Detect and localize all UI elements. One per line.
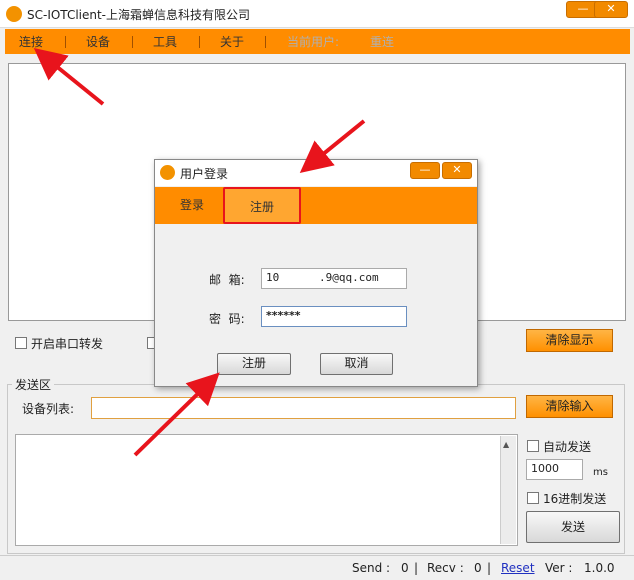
register-button[interactable]: 注册 bbox=[217, 353, 291, 375]
send-textarea[interactable] bbox=[15, 434, 518, 546]
status-bar: Send : 0 | Recv : 0 | Reset Ver : 1.0.0 bbox=[0, 555, 634, 580]
title-bar: SC-IOTClient-上海霜蝉信息科技有限公司 — ✕ bbox=[0, 0, 634, 28]
close-button[interactable]: ✕ bbox=[594, 1, 628, 18]
user-login-dialog: 用户登录 — ✕ 登录 注册 邮 箱: 10 .9@qq.com 密 码: **… bbox=[154, 159, 478, 387]
menu-separator bbox=[132, 36, 133, 48]
menu-separator bbox=[265, 36, 266, 48]
menu-separator bbox=[65, 36, 66, 48]
password-label: 密 码: bbox=[209, 312, 245, 326]
serial-forward-checkbox[interactable] bbox=[15, 337, 27, 349]
dialog-logo-icon bbox=[160, 165, 175, 180]
status-separator: | bbox=[414, 561, 419, 575]
password-field[interactable]: ****** bbox=[261, 306, 407, 327]
recv-count-label: Recv : bbox=[427, 561, 464, 575]
auto-send-label: 自动发送 bbox=[543, 440, 592, 454]
dialog-title-bar: 用户登录 — ✕ bbox=[155, 160, 477, 186]
email-label: 邮 箱: bbox=[209, 273, 245, 287]
menu-device[interactable]: 设备 bbox=[86, 33, 110, 50]
dialog-tabs: 登录 注册 bbox=[155, 187, 477, 224]
serial-forward-label: 开启串口转发 bbox=[31, 337, 104, 351]
email-field[interactable]: 10 .9@qq.com bbox=[261, 268, 407, 289]
window-title: SC-IOTClient-上海霜蝉信息科技有限公司 bbox=[27, 8, 251, 22]
interval-input[interactable]: 1000 bbox=[526, 459, 583, 480]
send-count-label: Send : bbox=[352, 561, 391, 575]
reset-link[interactable]: Reset bbox=[501, 561, 535, 575]
device-list-select[interactable] bbox=[91, 397, 516, 419]
menu-connect[interactable]: 连接 bbox=[19, 33, 43, 50]
dialog-minimize-button[interactable]: — bbox=[410, 162, 440, 179]
menu-separator bbox=[199, 36, 200, 48]
send-area-title: 发送区 bbox=[12, 376, 55, 393]
version-label: Ver : bbox=[545, 561, 573, 575]
cancel-button[interactable]: 取消 bbox=[320, 353, 393, 375]
hex-send-label: 16进制发送 bbox=[543, 492, 607, 506]
menu-tools[interactable]: 工具 bbox=[153, 33, 177, 50]
version-value: 1.0.0 bbox=[584, 561, 615, 575]
clear-display-button[interactable]: 清除显示 bbox=[526, 329, 613, 352]
send-count: 0 bbox=[401, 561, 409, 575]
clear-input-button[interactable]: 清除输入 bbox=[526, 395, 613, 418]
auto-send-checkbox[interactable] bbox=[527, 440, 539, 452]
send-scrollbar[interactable] bbox=[500, 436, 516, 544]
device-list-label: 设备列表: bbox=[22, 402, 75, 416]
interval-unit: ms bbox=[593, 467, 608, 478]
dialog-close-button[interactable]: ✕ bbox=[442, 162, 472, 179]
tab-login[interactable]: 登录 bbox=[163, 187, 221, 224]
status-separator: | bbox=[487, 561, 492, 575]
app-logo-icon bbox=[6, 6, 22, 22]
reconnect-button[interactable]: 重连 bbox=[370, 33, 394, 50]
dialog-title: 用户登录 bbox=[180, 167, 229, 181]
menu-bar: 连接 设备 工具 关于 当前用户: 重连 bbox=[5, 29, 630, 54]
recv-count: 0 bbox=[474, 561, 482, 575]
send-button[interactable]: 发送 bbox=[526, 511, 620, 543]
menu-about[interactable]: 关于 bbox=[220, 33, 244, 50]
scroll-up-icon[interactable]: ▲ bbox=[503, 440, 509, 449]
tab-register[interactable]: 注册 bbox=[223, 187, 301, 224]
hex-send-checkbox[interactable] bbox=[527, 492, 539, 504]
current-user-label: 当前用户: bbox=[287, 35, 340, 49]
